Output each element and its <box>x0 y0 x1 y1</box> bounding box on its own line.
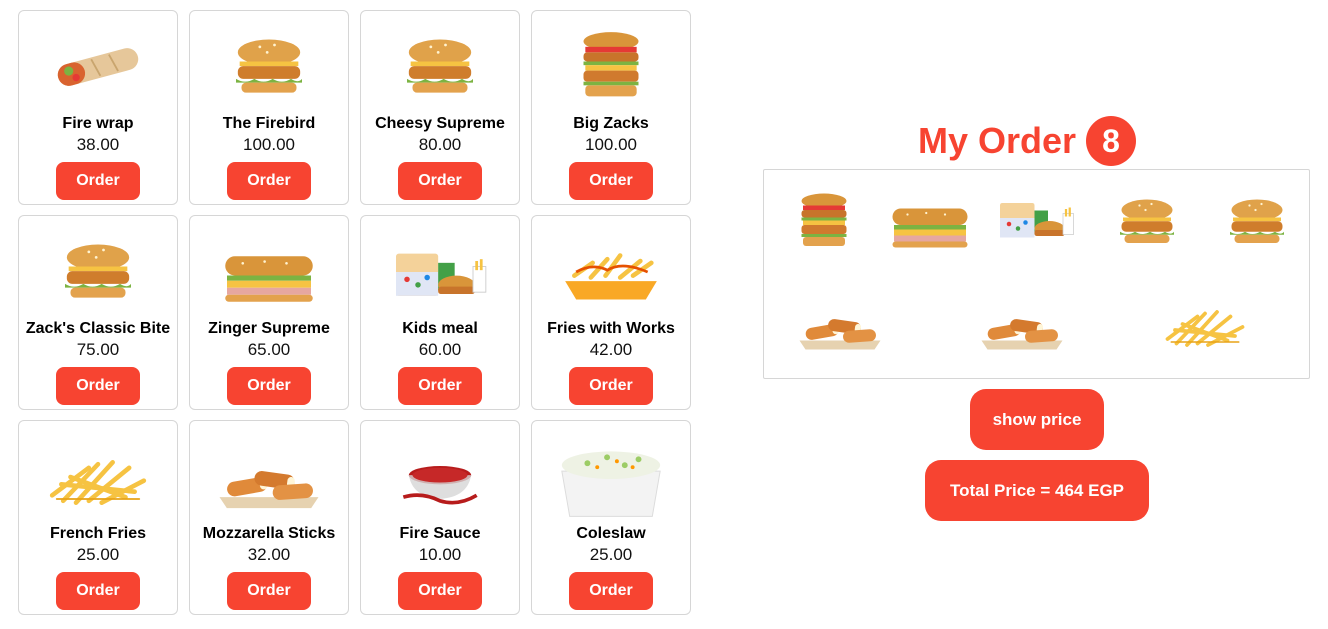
order-button[interactable]: Order <box>56 572 140 610</box>
menu-card: Zack's Classic Bite 75.00 Order <box>18 215 178 410</box>
sauce-icon <box>361 429 519 524</box>
order-item-fries-icon <box>1157 294 1253 354</box>
item-price: 42.00 <box>589 340 633 359</box>
menu-card: The Firebird 100.00 Order <box>189 10 349 205</box>
item-price: 60.00 <box>418 340 462 359</box>
item-name: Fire wrap <box>62 115 134 132</box>
order-button[interactable]: Order <box>569 367 653 405</box>
order-items-box <box>763 169 1310 379</box>
mozzarella-icon <box>190 429 348 524</box>
coleslaw-icon <box>532 429 690 524</box>
menu-card: Cheesy Supreme 80.00 Order <box>360 10 520 205</box>
menu-card: Coleslaw 25.00 Order <box>531 420 691 615</box>
item-name: Cheesy Supreme <box>375 115 505 132</box>
loaded-fries-icon <box>532 224 690 319</box>
order-heading: My Order 8 <box>918 116 1137 166</box>
order-button[interactable]: Order <box>56 367 140 405</box>
order-button[interactable]: Order <box>56 162 140 200</box>
item-price: 65.00 <box>247 340 291 359</box>
item-name: Zinger Supreme <box>208 320 330 337</box>
item-price: 100.00 <box>585 135 637 154</box>
order-button[interactable]: Order <box>227 572 311 610</box>
order-item-burger-icon <box>1209 192 1305 252</box>
item-name: Zack's Classic Bite <box>25 320 171 337</box>
order-button[interactable]: Order <box>398 367 482 405</box>
total-price-button[interactable]: Total Price = 464 EGP <box>925 460 1149 521</box>
order-item-burger-icon <box>1099 192 1195 252</box>
order-title: My Order <box>918 120 1077 161</box>
item-price: 80.00 <box>418 135 462 154</box>
burger-icon <box>361 19 519 114</box>
item-name: Coleslaw <box>576 525 646 542</box>
wrap-icon <box>19 19 177 114</box>
item-name: Big Zacks <box>573 115 649 132</box>
menu-card: Fire wrap 38.00 Order <box>18 10 178 205</box>
item-name: French Fries <box>49 525 147 542</box>
burger-icon <box>19 224 177 319</box>
item-name: Mozzarella Sticks <box>202 525 336 542</box>
order-item-tall-burger-icon <box>776 192 872 252</box>
menu-card: Mozzarella Sticks 32.00 Order <box>189 420 349 615</box>
item-price: 100.00 <box>243 135 295 154</box>
show-price-button[interactable]: show price <box>970 389 1104 450</box>
menu-card: Fries with Works 42.00 Order <box>531 215 691 410</box>
fries-icon <box>19 429 177 524</box>
menu-card: French Fries 25.00 Order <box>18 420 178 615</box>
order-button[interactable]: Order <box>569 162 653 200</box>
item-name: The Firebird <box>222 115 316 132</box>
order-item-kids-meal-icon <box>988 188 1084 248</box>
order-button[interactable]: Order <box>569 572 653 610</box>
menu-card: Kids meal 60.00 Order <box>360 215 520 410</box>
kids-meal-icon <box>361 224 519 319</box>
menu-grid: Fire wrap 38.00 Order The Firebird 100.00 Or… <box>18 10 691 615</box>
item-price: 32.00 <box>247 545 291 564</box>
item-price: 38.00 <box>76 135 120 154</box>
order-button[interactable]: Order <box>227 162 311 200</box>
item-name: Fries with Works <box>547 320 675 337</box>
order-button[interactable]: Order <box>227 367 311 405</box>
order-button[interactable]: Order <box>398 162 482 200</box>
order-count-badge: 8 <box>1086 116 1137 166</box>
order-item-sub-sandwich-icon <box>882 192 978 252</box>
tall-burger-icon <box>532 19 690 114</box>
menu-card: Zinger Supreme 65.00 Order <box>189 215 349 410</box>
item-price: 10.00 <box>418 545 462 564</box>
item-price: 25.00 <box>589 545 633 564</box>
item-name: Fire Sauce <box>399 525 481 542</box>
order-button[interactable]: Order <box>398 572 482 610</box>
burger-icon <box>190 19 348 114</box>
item-price: 75.00 <box>76 340 120 359</box>
order-item-mozzarella-icon <box>974 294 1070 354</box>
sub-sandwich-icon <box>190 224 348 319</box>
order-item-mozzarella-icon <box>792 294 888 354</box>
menu-card: Big Zacks 100.00 Order <box>531 10 691 205</box>
menu-card: Fire Sauce 10.00 Order <box>360 420 520 615</box>
item-name: Kids meal <box>402 320 478 337</box>
item-price: 25.00 <box>76 545 120 564</box>
